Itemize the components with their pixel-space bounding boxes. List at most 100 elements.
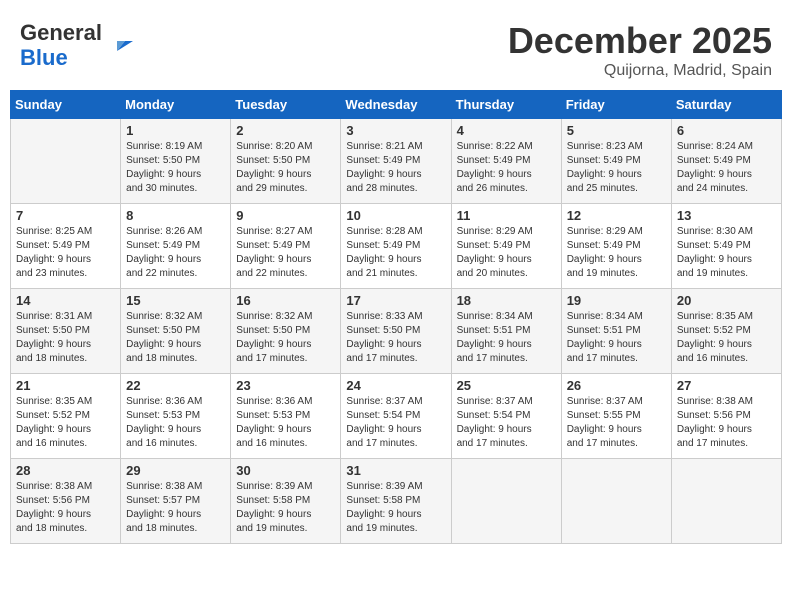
- day-info: Sunrise: 8:35 AM Sunset: 5:52 PM Dayligh…: [16, 395, 115, 451]
- logo: General Blue: [20, 20, 141, 71]
- day-number: 26: [567, 378, 666, 393]
- calendar-cell: 20 Sunrise: 8:35 AM Sunset: 5:52 PM Dayli…: [671, 289, 781, 374]
- weekday-header-thursday: Thursday: [451, 91, 561, 119]
- weekday-header-sunday: Sunday: [11, 91, 121, 119]
- weekday-header-row: SundayMondayTuesdayWednesdayThursdayFrid…: [11, 91, 782, 119]
- day-number: 22: [126, 378, 225, 393]
- location-subtitle: Quijorna, Madrid, Spain: [508, 62, 772, 80]
- day-info: Sunrise: 8:32 AM Sunset: 5:50 PM Dayligh…: [236, 310, 335, 366]
- day-info: Sunrise: 8:32 AM Sunset: 5:50 PM Dayligh…: [126, 310, 225, 366]
- day-number: 31: [346, 463, 445, 478]
- calendar-cell: 9 Sunrise: 8:27 AM Sunset: 5:49 PM Daylig…: [231, 204, 341, 289]
- day-info: Sunrise: 8:20 AM Sunset: 5:50 PM Dayligh…: [236, 140, 335, 196]
- calendar-cell: 4 Sunrise: 8:22 AM Sunset: 5:49 PM Daylig…: [451, 119, 561, 204]
- day-info: Sunrise: 8:21 AM Sunset: 5:49 PM Dayligh…: [346, 140, 445, 196]
- logo-icon: [105, 23, 141, 59]
- day-number: 18: [457, 293, 556, 308]
- day-info: Sunrise: 8:38 AM Sunset: 5:56 PM Dayligh…: [677, 395, 776, 451]
- day-info: Sunrise: 8:39 AM Sunset: 5:58 PM Dayligh…: [236, 480, 335, 536]
- day-number: 4: [457, 123, 556, 138]
- calendar-cell: 23 Sunrise: 8:36 AM Sunset: 5:53 PM Dayli…: [231, 374, 341, 459]
- calendar-week-row: 7 Sunrise: 8:25 AM Sunset: 5:49 PM Daylig…: [11, 204, 782, 289]
- calendar-cell: 8Sunrise: 8:26 AM Sunset: 5:49 PM Daylig…: [121, 204, 231, 289]
- calendar-cell: 19Sunrise: 8:34 AM Sunset: 5:51 PM Dayli…: [561, 289, 671, 374]
- day-info: Sunrise: 8:36 AM Sunset: 5:53 PM Dayligh…: [236, 395, 335, 451]
- calendar-cell: 31 Sunrise: 8:39 AM Sunset: 5:58 PM Dayli…: [341, 459, 451, 544]
- day-number: 27: [677, 378, 776, 393]
- day-info: Sunrise: 8:28 AM Sunset: 5:49 PM Dayligh…: [346, 225, 445, 281]
- calendar-cell: 29 Sunrise: 8:38 AM Sunset: 5:57 PM Dayli…: [121, 459, 231, 544]
- logo-blue: Blue: [20, 45, 68, 70]
- calendar-cell: 24 Sunrise: 8:37 AM Sunset: 5:54 PM Dayli…: [341, 374, 451, 459]
- day-info: Sunrise: 8:35 AM Sunset: 5:52 PM Dayligh…: [677, 310, 776, 366]
- calendar-cell: [561, 459, 671, 544]
- day-number: 11: [457, 208, 556, 223]
- day-info: Sunrise: 8:34 AM Sunset: 5:51 PM Dayligh…: [567, 310, 666, 366]
- day-number: 24: [346, 378, 445, 393]
- day-number: 3: [346, 123, 445, 138]
- day-number: 20: [677, 293, 776, 308]
- day-info: Sunrise: 8:37 AM Sunset: 5:54 PM Dayligh…: [346, 395, 445, 451]
- day-number: 2: [236, 123, 335, 138]
- calendar-cell: 1Sunrise: 8:19 AM Sunset: 5:50 PM Daylig…: [121, 119, 231, 204]
- day-number: 1: [126, 123, 225, 138]
- weekday-header-tuesday: Tuesday: [231, 91, 341, 119]
- calendar-cell: 22 Sunrise: 8:36 AM Sunset: 5:53 PM Dayli…: [121, 374, 231, 459]
- day-number: 9: [236, 208, 335, 223]
- calendar-cell: 26Sunrise: 8:37 AM Sunset: 5:55 PM Dayli…: [561, 374, 671, 459]
- day-number: 21: [16, 378, 115, 393]
- weekday-header-monday: Monday: [121, 91, 231, 119]
- day-info: Sunrise: 8:25 AM Sunset: 5:49 PM Dayligh…: [16, 225, 115, 281]
- calendar-cell: 17 Sunrise: 8:33 AM Sunset: 5:50 PM Dayli…: [341, 289, 451, 374]
- day-info: Sunrise: 8:22 AM Sunset: 5:49 PM Dayligh…: [457, 140, 556, 196]
- calendar-cell: [451, 459, 561, 544]
- day-number: 10: [346, 208, 445, 223]
- calendar-cell: 5Sunrise: 8:23 AM Sunset: 5:49 PM Daylig…: [561, 119, 671, 204]
- day-number: 16: [236, 293, 335, 308]
- calendar-cell: 25Sunrise: 8:37 AM Sunset: 5:54 PM Dayli…: [451, 374, 561, 459]
- day-number: 23: [236, 378, 335, 393]
- day-info: Sunrise: 8:24 AM Sunset: 5:49 PM Dayligh…: [677, 140, 776, 196]
- day-number: 13: [677, 208, 776, 223]
- day-info: Sunrise: 8:39 AM Sunset: 5:58 PM Dayligh…: [346, 480, 445, 536]
- day-number: 28: [16, 463, 115, 478]
- calendar-cell: 28Sunrise: 8:38 AM Sunset: 5:56 PM Dayli…: [11, 459, 121, 544]
- day-number: 25: [457, 378, 556, 393]
- calendar-cell: 7 Sunrise: 8:25 AM Sunset: 5:49 PM Daylig…: [11, 204, 121, 289]
- weekday-header-wednesday: Wednesday: [341, 91, 451, 119]
- weekday-header-friday: Friday: [561, 91, 671, 119]
- calendar-cell: 6 Sunrise: 8:24 AM Sunset: 5:49 PM Daylig…: [671, 119, 781, 204]
- calendar-week-row: 28Sunrise: 8:38 AM Sunset: 5:56 PM Dayli…: [11, 459, 782, 544]
- calendar-cell: 18Sunrise: 8:34 AM Sunset: 5:51 PM Dayli…: [451, 289, 561, 374]
- day-info: Sunrise: 8:33 AM Sunset: 5:50 PM Dayligh…: [346, 310, 445, 366]
- day-number: 17: [346, 293, 445, 308]
- calendar-cell: [11, 119, 121, 204]
- day-info: Sunrise: 8:27 AM Sunset: 5:49 PM Dayligh…: [236, 225, 335, 281]
- day-number: 12: [567, 208, 666, 223]
- calendar-cell: 2 Sunrise: 8:20 AM Sunset: 5:50 PM Daylig…: [231, 119, 341, 204]
- day-info: Sunrise: 8:38 AM Sunset: 5:57 PM Dayligh…: [126, 480, 225, 536]
- day-number: 30: [236, 463, 335, 478]
- day-info: Sunrise: 8:30 AM Sunset: 5:49 PM Dayligh…: [677, 225, 776, 281]
- day-info: Sunrise: 8:36 AM Sunset: 5:53 PM Dayligh…: [126, 395, 225, 451]
- page-header: General Blue December 2025 Quijorna, Mad…: [10, 10, 782, 85]
- calendar-cell: 30 Sunrise: 8:39 AM Sunset: 5:58 PM Dayli…: [231, 459, 341, 544]
- day-info: Sunrise: 8:26 AM Sunset: 5:49 PM Dayligh…: [126, 225, 225, 281]
- weekday-header-saturday: Saturday: [671, 91, 781, 119]
- day-number: 7: [16, 208, 115, 223]
- calendar-table: SundayMondayTuesdayWednesdayThursdayFrid…: [10, 90, 782, 544]
- day-info: Sunrise: 8:29 AM Sunset: 5:49 PM Dayligh…: [567, 225, 666, 281]
- title-block: December 2025 Quijorna, Madrid, Spain: [508, 20, 772, 80]
- calendar-cell: 10 Sunrise: 8:28 AM Sunset: 5:49 PM Dayli…: [341, 204, 451, 289]
- calendar-cell: 3 Sunrise: 8:21 AM Sunset: 5:49 PM Daylig…: [341, 119, 451, 204]
- calendar-cell: 12 Sunrise: 8:29 AM Sunset: 5:49 PM Dayli…: [561, 204, 671, 289]
- day-number: 6: [677, 123, 776, 138]
- calendar-week-row: 1Sunrise: 8:19 AM Sunset: 5:50 PM Daylig…: [11, 119, 782, 204]
- day-number: 29: [126, 463, 225, 478]
- day-number: 5: [567, 123, 666, 138]
- day-info: Sunrise: 8:31 AM Sunset: 5:50 PM Dayligh…: [16, 310, 115, 366]
- day-info: Sunrise: 8:29 AM Sunset: 5:49 PM Dayligh…: [457, 225, 556, 281]
- calendar-week-row: 14Sunrise: 8:31 AM Sunset: 5:50 PM Dayli…: [11, 289, 782, 374]
- calendar-week-row: 21 Sunrise: 8:35 AM Sunset: 5:52 PM Dayli…: [11, 374, 782, 459]
- calendar-cell: 11 Sunrise: 8:29 AM Sunset: 5:49 PM Dayli…: [451, 204, 561, 289]
